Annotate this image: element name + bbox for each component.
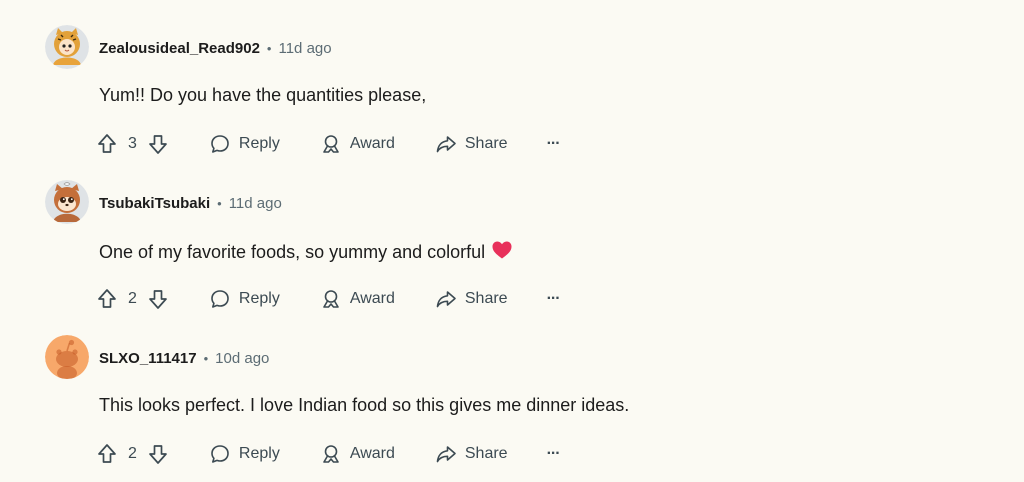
comment: Zealousideal_Read902 • 11d ago Yum!! Do … [0,25,1024,175]
more-options-button[interactable]: ··· [546,290,561,308]
comment-body: This looks perfect. I love Indian food s… [99,395,629,416]
downvote-icon[interactable] [147,288,169,310]
comment-meta: Zealousideal_Read902 • 11d ago [99,38,332,58]
timestamp[interactable]: 10d ago [215,350,269,367]
reply-button[interactable]: Reply [209,443,280,465]
comment-body: Yum!! Do you have the quantities please, [99,85,426,106]
username[interactable]: TsubakiTsubaki [99,195,210,212]
share-icon [436,291,456,308]
share-button[interactable]: Share [435,443,508,465]
vote-count: 2 [128,290,137,307]
share-icon [436,136,456,153]
avatar[interactable] [45,25,89,69]
meta-separator: • [266,40,272,56]
comment-actions: 2 Reply Award Share ··· [96,284,561,314]
default-snoo-avatar-icon [45,335,89,379]
more-label: ··· [546,445,561,462]
comment-thread: Zealousideal_Read902 • 11d ago Yum!! Do … [0,0,1024,482]
award-label: Award [349,135,395,152]
comment-bubble-icon [211,445,229,463]
comment: SLXO_111417 • 10d ago This looks perfect… [0,335,1024,482]
vote-count: 2 [128,445,137,462]
more-label: ··· [546,290,561,307]
tanuki-avatar-icon [45,180,89,224]
heart-icon [491,240,513,265]
award-icon [323,135,339,153]
upvote-icon[interactable] [96,133,118,155]
reply-label: Reply [238,290,280,307]
comment-actions: 2 Reply Award Share ··· [96,439,561,469]
share-label: Share [464,290,508,307]
award-button[interactable]: Award [320,288,395,310]
award-icon [323,290,339,308]
more-options-button[interactable]: ··· [546,445,561,463]
share-label: Share [464,445,508,462]
award-button[interactable]: Award [320,443,395,465]
reply-label: Reply [238,135,280,152]
more-options-button[interactable]: ··· [546,135,561,153]
comment-text: Yum!! Do you have the quantities please, [99,85,427,105]
cat-costume-avatar-icon [45,25,89,69]
share-button[interactable]: Share [435,288,508,310]
timestamp[interactable]: 11d ago [278,40,331,57]
award-label: Award [349,445,395,462]
reply-label: Reply [238,445,280,462]
award-label: Award [349,290,395,307]
reply-button[interactable]: Reply [209,288,280,310]
avatar[interactable] [45,180,89,224]
meta-separator: • [203,350,209,366]
comment-text: One of my favorite foods, so yummy and c… [99,242,486,262]
upvote-icon[interactable] [96,288,118,310]
avatar[interactable] [45,335,89,379]
upvote-icon[interactable] [96,443,118,465]
timestamp[interactable]: 11d ago [229,195,282,212]
username[interactable]: SLXO_111417 [99,350,197,367]
comment-body: One of my favorite foods, so yummy and c… [99,240,513,265]
share-label: Share [464,135,508,152]
share-icon [436,446,456,463]
meta-separator: • [217,195,222,211]
share-button[interactable]: Share [435,133,508,155]
username[interactable]: Zealousideal_Read902 [99,40,260,57]
comment-meta: SLXO_111417 • 10d ago [99,348,269,368]
downvote-icon[interactable] [147,133,169,155]
comment-bubble-icon [211,290,229,308]
comment: TsubakiTsubaki • 11d ago One of my favor… [0,180,1024,330]
comment-actions: 3 Reply Award Share ··· [96,129,561,159]
comment-text: This looks perfect. I love Indian food s… [99,395,630,415]
reply-button[interactable]: Reply [209,133,280,155]
vote-count: 3 [128,135,137,152]
downvote-icon[interactable] [147,443,169,465]
more-label: ··· [546,135,561,152]
comment-bubble-icon [211,135,229,153]
award-button[interactable]: Award [320,133,395,155]
award-icon [323,445,339,463]
comment-meta: TsubakiTsubaki • 11d ago [99,193,282,213]
